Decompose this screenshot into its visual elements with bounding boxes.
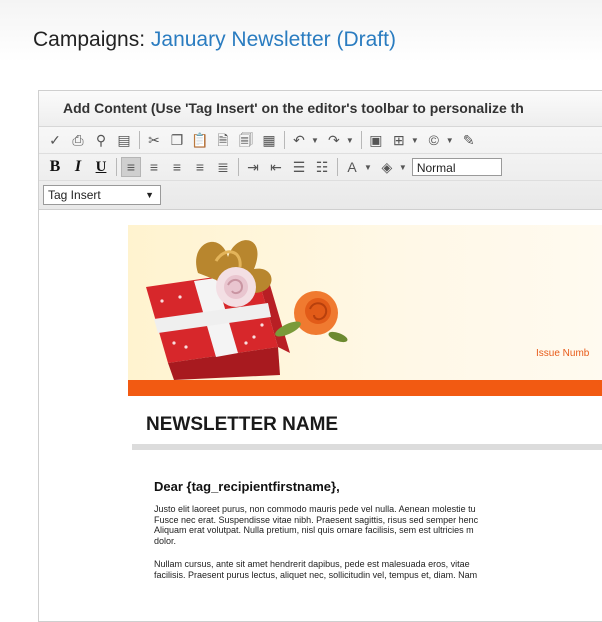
gift-box-image	[146, 240, 348, 380]
dropdown-arrow-icon[interactable]: ▼	[399, 163, 407, 172]
dropdown-arrow-icon[interactable]: ▼	[364, 163, 372, 172]
underline-icon[interactable]: U	[91, 157, 111, 177]
paragraph-format-select[interactable]: Normal	[411, 158, 502, 176]
editor-content-area[interactable]: Issue Numb NEWSLETTER NAME Dear {tag_rec…	[39, 220, 602, 621]
find-icon[interactable]: ⚲	[91, 130, 111, 150]
paste-html-icon[interactable]: ▦	[259, 130, 279, 150]
redo-icon[interactable]: ↷	[324, 130, 344, 150]
dropdown-arrow-icon[interactable]: ▼	[446, 136, 454, 145]
campaign-name-link[interactable]: January Newsletter (Draft)	[151, 28, 396, 51]
orange-divider-bar	[128, 380, 602, 396]
align-center-icon[interactable]: ≡	[144, 157, 164, 177]
greeting-text: Dear {tag_recipientfirstname},	[154, 479, 340, 494]
editor-toolbar-row-1: ✓ ⎙ ⚲ ▤ ✂ ❐ 📋 🗎 🗐 ▦ ↶ ▼ ↷ ▼ ▣ ⊞ ▼ © ▼ ✎	[39, 127, 602, 154]
background-color-icon[interactable]: ◈	[377, 157, 397, 177]
align-right-icon[interactable]: ≡	[167, 157, 187, 177]
content-editor-panel: Add Content (Use 'Tag Insert' on the edi…	[38, 90, 602, 622]
page-header: Campaigns: January Newsletter (Draft)	[0, 0, 602, 62]
dropdown-arrow-icon[interactable]: ▼	[411, 136, 419, 145]
font-color-icon[interactable]: A	[342, 157, 362, 177]
dropdown-arrow-icon[interactable]: ▼	[346, 136, 354, 145]
dropdown-arrow-icon[interactable]: ▼	[311, 136, 319, 145]
toolbar-separator	[360, 131, 362, 149]
tag-insert-label: Tag Insert	[48, 188, 101, 202]
italic-icon[interactable]: I	[68, 157, 88, 177]
bullet-list-icon[interactable]: ☷	[312, 157, 332, 177]
newsletter-name-heading: NEWSLETTER NAME	[146, 414, 339, 435]
insert-link-icon[interactable]: ✎	[459, 130, 479, 150]
page-title-prefix: Campaigns:	[33, 28, 151, 51]
paste-from-word-icon[interactable]: 🗎	[213, 130, 233, 150]
image-manager-icon[interactable]: ▣	[366, 130, 386, 150]
body-paragraph-1: Justo elit laoreet purus, non commodo ma…	[154, 504, 479, 546]
spellcheck-icon[interactable]: ✓	[45, 130, 65, 150]
insert-symbol-icon[interactable]: ©	[424, 130, 444, 150]
align-left-icon[interactable]: ≡	[121, 157, 141, 177]
outdent-icon[interactable]: ⇤	[266, 157, 286, 177]
paste-icon[interactable]: 📋	[190, 130, 210, 150]
cut-icon[interactable]: ✂	[144, 130, 164, 150]
paste-plain-text-icon[interactable]: 🗐	[236, 130, 256, 150]
tag-insert-dropdown[interactable]: Tag Insert ▼	[43, 185, 161, 205]
justify-none-icon[interactable]: ≣	[213, 157, 233, 177]
bold-icon[interactable]: B	[45, 157, 65, 177]
toolbar-separator	[284, 131, 285, 149]
undo-icon[interactable]: ↶	[289, 130, 309, 150]
copy-icon[interactable]: ❐	[167, 130, 187, 150]
editor-header: Add Content (Use 'Tag Insert' on the edi…	[39, 91, 602, 127]
chevron-down-icon: ▼	[145, 190, 154, 200]
indent-icon[interactable]: ⇥	[243, 157, 263, 177]
select-all-icon[interactable]: ▤	[114, 130, 134, 150]
toolbar-separator	[337, 158, 338, 176]
align-justify-icon[interactable]: ≡	[190, 157, 210, 177]
issue-number-label: Issue Numb	[536, 348, 590, 359]
body-paragraph-2: Nullam cursus, ante sit amet hendrerit d…	[154, 559, 478, 580]
gray-divider	[132, 444, 602, 450]
insert-table-icon[interactable]: ⊞	[389, 130, 409, 150]
toolbar-separator	[116, 158, 117, 176]
newsletter-hero-banner: Issue Numb	[128, 225, 602, 380]
print-icon[interactable]: ⎙	[68, 130, 88, 150]
toolbar-separator	[238, 158, 239, 176]
newsletter-template: Issue Numb NEWSLETTER NAME Dear {tag_rec…	[128, 225, 602, 580]
editor-toolbars: ✓ ⎙ ⚲ ▤ ✂ ❐ 📋 🗎 🗐 ▦ ↶ ▼ ↷ ▼ ▣ ⊞ ▼ © ▼ ✎ B I U ≡ ≡ ≡ ≡ ≣ ⇥ ⇤ ☰ ☷ A ▼ ◈ ▼ No…	[39, 127, 602, 210]
toolbar-separator	[139, 131, 140, 149]
page-title: Campaigns: January Newsletter (Draft)	[33, 28, 396, 52]
editor-toolbar-row-2: B I U ≡ ≡ ≡ ≡ ≣ ⇥ ⇤ ☰ ☷ A ▼ ◈ ▼ Normal	[39, 154, 602, 181]
numbered-list-icon[interactable]: ☰	[289, 157, 309, 177]
editor-toolbar-row-3: Tag Insert ▼	[39, 181, 602, 209]
